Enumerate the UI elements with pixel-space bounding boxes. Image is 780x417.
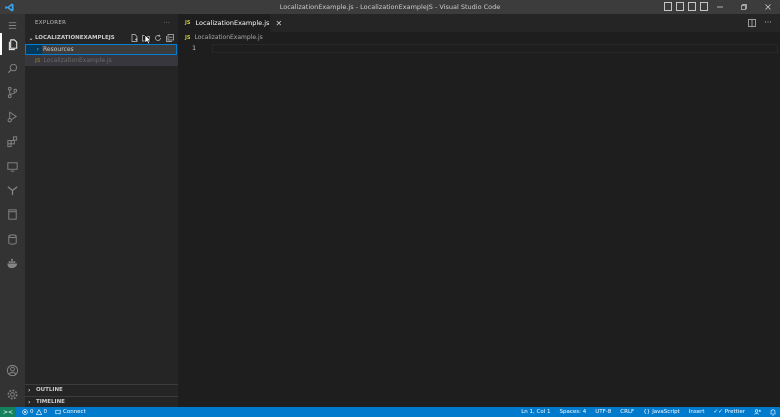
database-icon[interactable] (0, 228, 25, 250)
workspace-folder[interactable]: ⌄ LOCALIZATIONEXAMPLEJS (25, 32, 178, 44)
split-editor-icon[interactable] (748, 18, 756, 27)
chevron-right-icon: › (28, 386, 31, 394)
status-bar: >< 0 0 Connect Ln 1, Col 1 Spaces: 4 UTF… (0, 407, 780, 417)
accounts-icon[interactable] (0, 359, 25, 381)
code-editor[interactable]: 1 (178, 43, 780, 407)
tab-localization-example[interactable]: JS LocalizationExample.js ✕ (178, 14, 282, 32)
error-count: 0 (30, 409, 34, 415)
close-button[interactable] (756, 0, 780, 14)
file-item[interactable]: JS LocalizationExample.js (25, 55, 178, 66)
source-control-icon[interactable] (0, 81, 25, 103)
more-actions-icon[interactable]: ··· (764, 18, 772, 27)
minimize-button[interactable] (708, 0, 732, 14)
warning-icon (35, 409, 42, 415)
remote-explorer-icon[interactable] (0, 155, 25, 177)
mouse-pointer-icon (144, 34, 152, 45)
explorer-icon[interactable] (0, 33, 25, 55)
prettier-label: Prettier (724, 409, 745, 415)
activity-bar (0, 14, 25, 407)
customize-layout-icon[interactable] (700, 2, 708, 11)
bookmarks-icon[interactable] (0, 203, 25, 225)
breadcrumb[interactable]: JS LocalizationExample.js (178, 32, 780, 43)
remote-indicator-icon[interactable]: >< (0, 407, 16, 417)
double-check-icon: ✓✓ (713, 409, 723, 415)
new-file-icon[interactable] (130, 33, 138, 42)
javascript-file-icon: JS (185, 34, 191, 41)
line-number: 1 (192, 44, 196, 52)
input-mode[interactable]: Insert (689, 409, 705, 415)
editor-tabs: JS LocalizationExample.js ✕ ··· (178, 14, 780, 32)
more-actions-icon[interactable]: ··· (164, 20, 170, 26)
prettier-status[interactable]: ✓✓ Prettier (714, 409, 745, 415)
chevron-right-icon: › (36, 46, 39, 53)
chevron-down-icon: ⌄ (28, 34, 34, 42)
explorer-title: EXPLORER (35, 20, 67, 26)
plug-icon (55, 409, 61, 415)
javascript-file-icon: JS (185, 20, 191, 26)
manage-gear-icon[interactable] (0, 383, 25, 405)
refresh-icon[interactable] (154, 33, 162, 42)
toggle-primary-sidebar-icon[interactable] (664, 2, 672, 11)
encoding[interactable]: UTF-8 (595, 409, 611, 415)
docker-icon[interactable] (0, 252, 25, 274)
git-graph-icon[interactable] (0, 179, 25, 201)
title-bar: LocalizationExample.js - LocalizationExa… (0, 0, 780, 14)
error-icon (22, 409, 28, 415)
tab-label: LocalizationExample.js (195, 19, 270, 27)
toggle-secondary-sidebar-icon[interactable] (688, 2, 696, 11)
warning-count: 0 (43, 409, 48, 415)
toggle-panel-icon[interactable] (676, 2, 684, 11)
connect-label: Connect (63, 409, 86, 415)
collapse-all-icon[interactable] (166, 33, 174, 42)
extensions-icon[interactable] (0, 130, 25, 152)
cursor-position[interactable]: Ln 1, Col 1 (521, 409, 550, 415)
restore-button[interactable] (732, 0, 756, 14)
new-folder-rename-row: › (25, 44, 177, 55)
notifications-bell-icon[interactable] (770, 408, 776, 416)
run-debug-icon[interactable] (0, 105, 25, 127)
search-icon[interactable] (0, 57, 25, 79)
chevron-right-icon: › (28, 398, 31, 406)
outline-section[interactable]: › OUTLINE (25, 384, 178, 395)
window-title: LocalizationExample.js - LocalizationExa… (279, 3, 501, 11)
explorer-sidebar: EXPLORER ··· ⌄ LOCALIZATIONEXAMPLEJS › J… (25, 14, 178, 407)
vscode-logo-icon[interactable] (0, 0, 18, 14)
timeline-section[interactable]: › TIMELINE (25, 396, 178, 407)
current-line-highlight (212, 44, 778, 53)
language-mode[interactable]: {} JavaScript (643, 409, 680, 415)
javascript-file-icon: JS (35, 57, 41, 64)
timeline-section-label: TIMELINE (36, 399, 65, 405)
file-item-label: LocalizationExample.js (43, 57, 112, 64)
feedback-icon[interactable] (754, 409, 761, 415)
connect-button[interactable]: Connect (55, 409, 86, 415)
end-of-line[interactable]: CRLF (620, 409, 634, 415)
problems-indicator[interactable]: 0 0 (22, 409, 47, 415)
outline-section-label: OUTLINE (36, 387, 63, 393)
close-tab-icon[interactable]: ✕ (275, 19, 282, 28)
indentation[interactable]: Spaces: 4 (560, 409, 587, 415)
braces-icon: {} (643, 409, 651, 415)
breadcrumb-file[interactable]: LocalizationExample.js (194, 34, 262, 41)
explorer-header: EXPLORER ··· (25, 14, 178, 32)
language-label: JavaScript (652, 409, 680, 415)
workspace-folder-name: LOCALIZATIONEXAMPLEJS (35, 35, 115, 41)
folder-name-input[interactable] (42, 45, 176, 54)
